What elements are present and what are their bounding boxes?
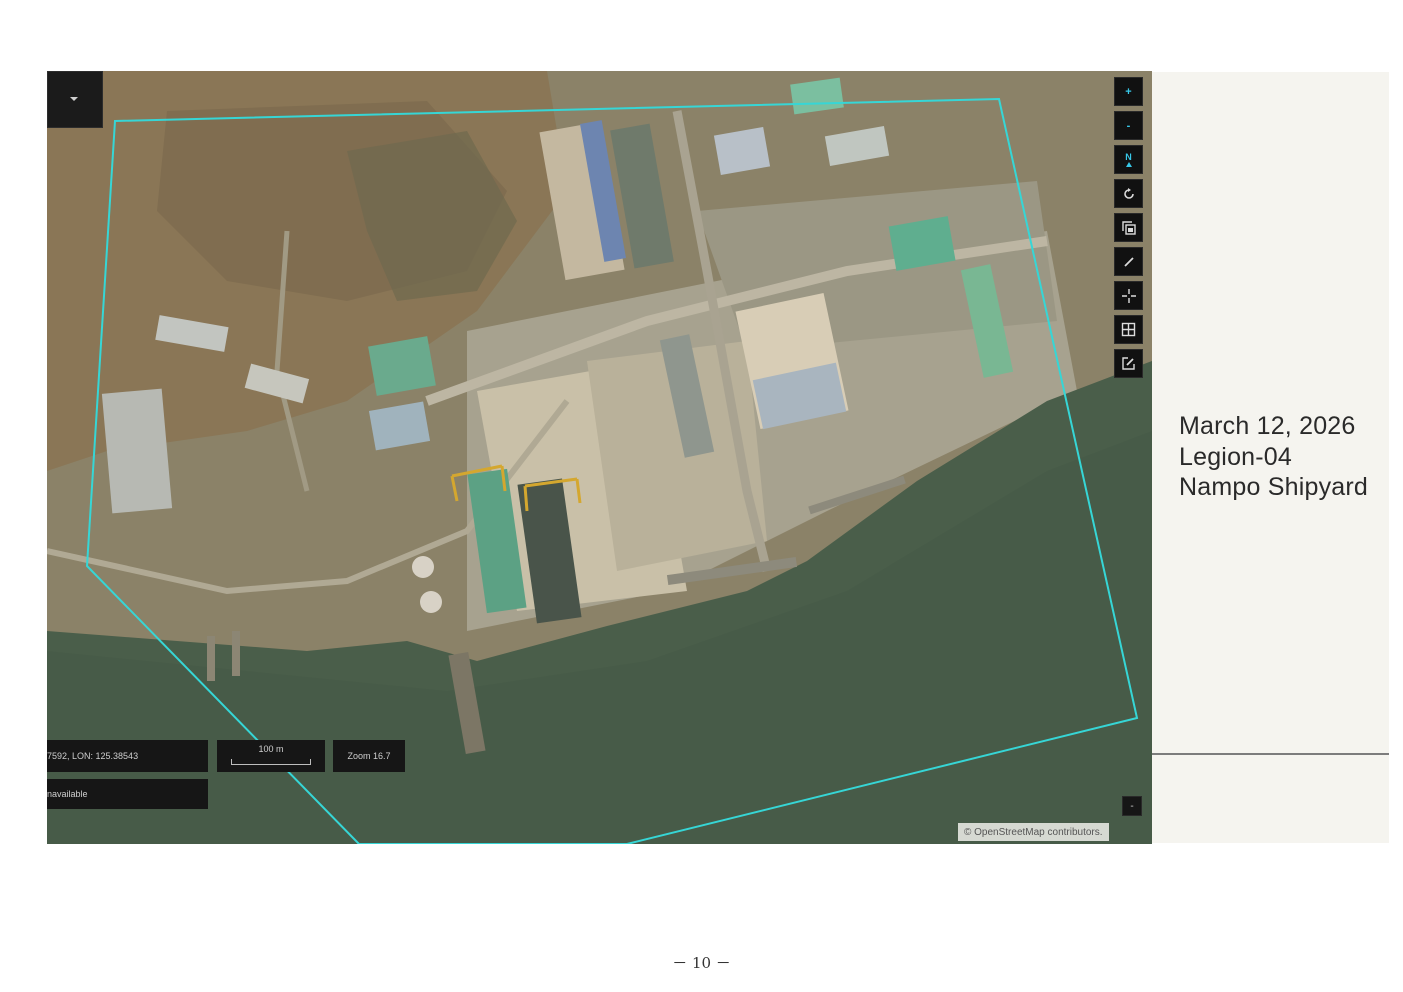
edit-icon	[1122, 357, 1135, 370]
caption-unit: Legion-04	[1179, 442, 1293, 471]
grid-button[interactable]	[1114, 315, 1143, 344]
layer-dropdown[interactable]	[47, 71, 103, 128]
scale-indicator: 100 m	[217, 740, 325, 772]
caption-date: March 12, 2026	[1179, 412, 1356, 440]
map-attribution[interactable]: © OpenStreetMap contributors.	[958, 823, 1109, 841]
crosshair-icon	[1121, 288, 1136, 303]
north-arrow-icon: N	[1125, 152, 1132, 167]
grid-icon	[1121, 322, 1136, 337]
chevron-down-icon	[70, 97, 78, 101]
satellite-map[interactable]: + - N 7592, LON: 125.38543 100 m Zoom 16…	[47, 71, 1152, 844]
layers-button[interactable]	[1114, 213, 1143, 242]
layers-icon	[1121, 220, 1136, 235]
crosshair-button[interactable]	[1114, 281, 1143, 310]
north-arrow-button[interactable]: N	[1114, 145, 1143, 174]
panel-divider	[1152, 753, 1389, 755]
zoom-in-button[interactable]: +	[1114, 77, 1143, 106]
satellite-imagery	[47, 71, 1152, 844]
map-toolbar: + - N	[1114, 77, 1143, 383]
caption-block: March 12, 2026 Legion-04 Nampo Shipyard	[1179, 411, 1368, 503]
draw-line-icon	[1123, 256, 1134, 267]
zoom-level-readout: Zoom 16.7	[333, 740, 405, 772]
collapse-button[interactable]: -	[1122, 796, 1142, 816]
info-panel: March 12, 2026 Legion-04 Nampo Shipyard	[1152, 72, 1389, 843]
coordinates-readout: 7592, LON: 125.38543	[47, 740, 208, 772]
reset-rotation-button[interactable]	[1114, 179, 1143, 208]
zoom-out-button[interactable]: -	[1114, 111, 1143, 140]
minus-icon: -	[1130, 800, 1134, 812]
draw-line-button[interactable]	[1114, 247, 1143, 276]
page-number: － 10 －	[672, 954, 731, 972]
scale-bar	[231, 759, 311, 765]
caption-location: Nampo Shipyard	[1179, 473, 1369, 501]
zoom-out-icon: -	[1126, 119, 1131, 132]
reset-rotation-icon	[1123, 187, 1134, 199]
edit-button[interactable]	[1114, 349, 1143, 378]
status-readout: navailable	[47, 779, 208, 809]
zoom-in-icon: +	[1125, 85, 1132, 98]
